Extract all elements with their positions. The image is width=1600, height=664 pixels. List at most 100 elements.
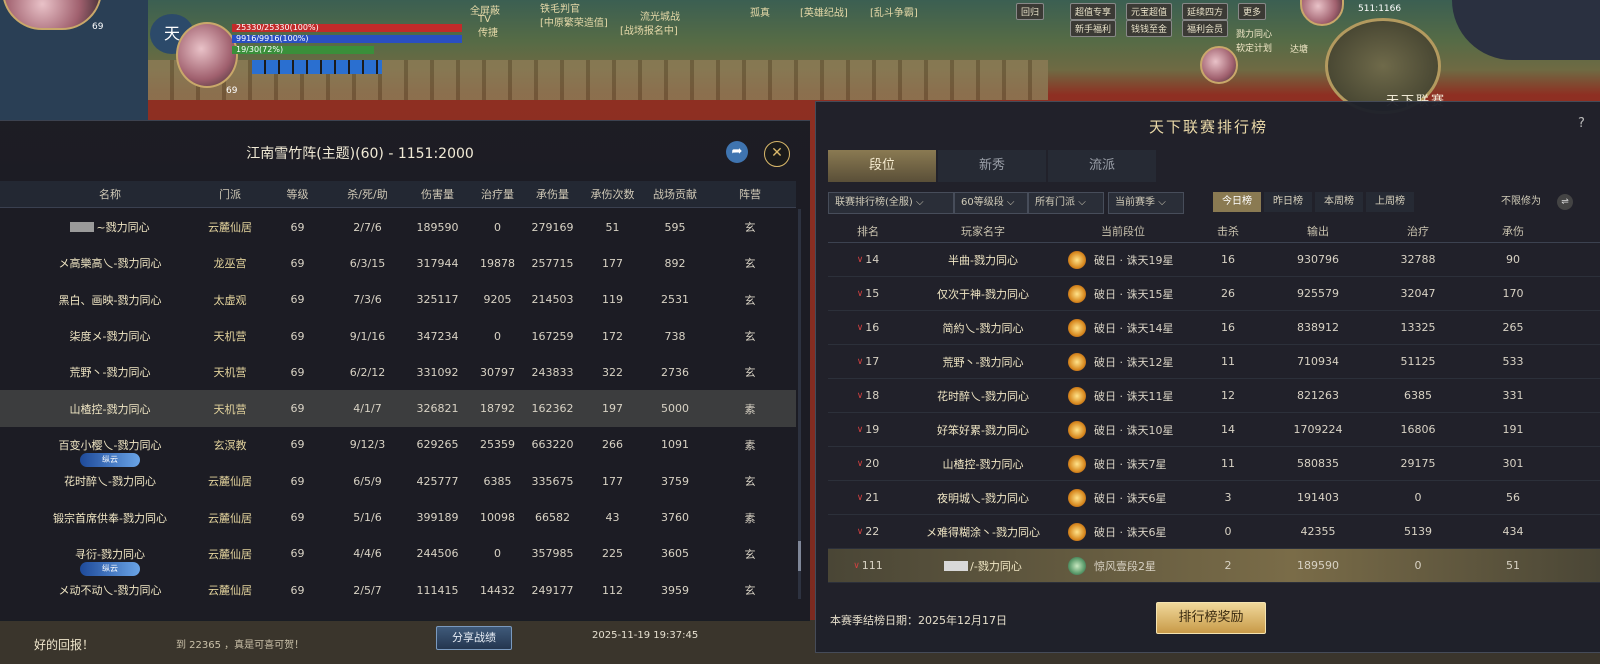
ranking-row[interactable]: ∨ 18 花时醉乀-戮力同心 破日 · 诛天11星 12 821263 6385 331 <box>828 379 1600 413</box>
cell-text: 3759 <box>661 474 689 488</box>
cell-text: 锻宗首席供奉-戮力同心 <box>53 511 167 525</box>
cell-player-name: 半曲-戮力同心 <box>918 243 1048 276</box>
cell-contrib: 3760 <box>640 499 710 535</box>
rank-down-icon: ∨ <box>856 458 864 469</box>
table-row[interactable]: ~戮力同心 云麓仙居 69 2/7/6 189590 0 279169 51 595 玄 <box>0 209 796 245</box>
cell-tier: 破日 · 诛天6星 <box>1068 515 1198 548</box>
player-name-text: 花时醉乀-戮力同心 <box>937 389 1029 403</box>
cell-kda: 2/5/7 <box>330 572 405 608</box>
tab-rookie[interactable]: 新秀 <box>938 150 1046 182</box>
ranking-row[interactable]: ∨ 19 好笨好累-戮力同心 破日 · 诛天10星 14 1709224 16806 191 <box>828 413 1600 447</box>
top-tag[interactable]: 铁毛判官 <box>540 0 580 15</box>
top-tag[interactable]: 传捷 <box>478 24 498 39</box>
hud-button-more[interactable]: 更多 <box>1238 3 1267 20</box>
cell-text: 69 <box>290 547 305 561</box>
top-tag[interactable]: 流光城战 <box>640 8 680 23</box>
quest-line[interactable]: 戮力同心 <box>1236 28 1272 42</box>
cell-text: 玄 <box>744 547 756 561</box>
cell-text: 3605 <box>661 547 689 561</box>
cell-text: 云麓仙居 <box>208 475 252 489</box>
ranking-row[interactable]: ∨ 17 荒野丶-戮力同心 破日 · 诛天12星 11 710934 51125 533 <box>828 345 1600 379</box>
cell-damage: 317944 <box>405 245 470 281</box>
col-header-sect: 门派 <box>219 188 241 201</box>
cell-kda: 9/12/3 <box>330 427 405 463</box>
hud-button[interactable]: 福利会员 <box>1182 20 1229 37</box>
period-last-week[interactable]: 上周榜 <box>1366 192 1414 212</box>
table-row[interactable]: 百变小樱乀-戮力同心 玄溟教 69 9/12/3 629265 25359 663220 26… <box>0 427 796 467</box>
hud-button[interactable]: 钱钱至金 <box>1126 20 1173 37</box>
table-row[interactable]: メ动不动乀-戮力同心 云麓仙居 69 2/5/7 111415 14432 249177 11… <box>0 572 796 608</box>
scrollbar-thumb[interactable] <box>798 541 801 571</box>
hud-button[interactable]: 超值专享 <box>1070 3 1117 20</box>
cell-text: 249177 <box>531 583 574 597</box>
share-record-button[interactable]: 分享战绩 <box>436 626 512 650</box>
cell-level: 69 <box>270 354 325 390</box>
battle-report-header: 名称 门派 等级 杀/死/助 伤害量 治疗量 承伤量 承伤次数 战场贡献 阵营 <box>0 181 796 208</box>
filter-level-select[interactable]: 60等级段 ⌵ <box>954 192 1028 214</box>
table-row[interactable]: 黑白、画映-戮力同心 太虚观 69 7/3/6 325117 9205 214503 119 2… <box>0 282 796 318</box>
top-tag[interactable]: [中原繁荣造值] <box>540 14 608 29</box>
cell-text: 18792 <box>480 402 515 416</box>
ranking-row[interactable]: ∨ 22 メ难得糊涂丶-戮力同心 破日 · 诛天6星 0 42355 5139 434 <box>828 515 1600 549</box>
player-avatar[interactable] <box>176 22 238 88</box>
quest-line[interactable]: 软定计划 <box>1236 42 1272 56</box>
quest-tracker[interactable]: 戮力同心 软定计划 <box>1236 28 1272 56</box>
companion-avatar[interactable] <box>1200 46 1238 84</box>
cell-contrib: 1091 <box>640 427 710 463</box>
ranking-row[interactable]: ∨ 14 半曲-戮力同心 破日 · 诛天19星 16 930796 32788 90 <box>828 243 1600 277</box>
cell-name: メ高樂高乀-戮力同心 <box>40 245 180 281</box>
ranking-row[interactable]: ∨ 20 山楂控-戮力同心 破日 · 诛天7星 11 580835 29175 301 <box>828 447 1600 481</box>
cell-text: 9/1/16 <box>349 329 386 343</box>
quest-extra[interactable]: 达塘 <box>1290 42 1308 55</box>
cell-text: 5000 <box>661 402 689 416</box>
hud-button[interactable]: 新手福利 <box>1070 20 1117 37</box>
table-row[interactable]: 荒野丶-戮力同心 天机营 69 6/2/12 331092 30797 243833 322 2… <box>0 354 796 390</box>
cell-hits: 172 <box>580 318 645 354</box>
table-row[interactable]: 柒度メ-戮力同心 天机营 69 9/1/16 347234 0 167259 172 738 玄 <box>0 318 796 354</box>
tab-tier[interactable]: 段位 <box>828 150 936 182</box>
cell-taken: 90 <box>1506 253 1520 266</box>
cell-text: 66582 <box>535 511 570 525</box>
table-row[interactable]: 山楂控-戮力同心 天机营 69 4/1/7 326821 18792 162362 197 50… <box>0 390 796 427</box>
cell-name: 黑白、画映-戮力同心 <box>40 282 180 318</box>
cell-heal: 5139 <box>1404 525 1432 538</box>
ranking-reward-button[interactable]: 排行榜奖励 <box>1156 602 1266 634</box>
tab-school[interactable]: 流派 <box>1048 150 1156 182</box>
cell-player-name: 荒野丶-戮力同心 <box>918 345 1048 378</box>
hud-button-return[interactable]: 回归 <box>1016 3 1045 20</box>
help-icon[interactable]: ? <box>1578 116 1585 131</box>
top-tag[interactable]: [乱斗争霸] <box>870 4 918 19</box>
table-row[interactable]: 花时醉乀-戮力同心 云麓仙居 69 6/5/9 425777 6385 335675 177 3… <box>0 463 796 499</box>
cell-text: 347234 <box>416 329 459 343</box>
period-yesterday[interactable]: 昨日榜 <box>1264 192 1312 212</box>
rank-down-icon: ∨ <box>856 424 864 435</box>
period-today[interactable]: 今日榜 <box>1213 192 1261 212</box>
cell-heal: 0 <box>1414 559 1422 572</box>
close-icon[interactable]: ✕ <box>764 141 790 167</box>
table-row[interactable]: 寻衍-戮力同心 云麓仙居 69 4/4/6 244506 0 357985 225 3605 玄纵… <box>0 536 796 576</box>
cell-rank: ∨ 20 <box>838 447 898 480</box>
filter-season-select[interactable]: 当前赛季 ⌵ <box>1108 192 1184 214</box>
table-row[interactable]: 锻宗首席供奉-戮力同心 云麓仙居 69 5/1/6 399189 10098 66582 43… <box>0 499 796 535</box>
col-header-hits: 承伤次数 <box>590 188 635 201</box>
tier-emblem-icon <box>1068 318 1086 337</box>
filter-sect-select[interactable]: 所有门派 ⌵ <box>1028 192 1104 214</box>
top-tag[interactable]: 孤真 <box>750 4 770 19</box>
cell-name: 花时醉乀-戮力同心 <box>40 463 180 499</box>
top-tag[interactable]: [英雄纪战] <box>800 4 848 19</box>
table-row[interactable]: メ高樂高乀-戮力同心 龙巫宫 69 6/3/15 317944 19878 257715 17… <box>0 245 796 281</box>
ranking-row[interactable]: ∨ 21 夜明城乀-戮力同心 破日 · 诛天6星 3 191403 0 56 <box>828 481 1600 515</box>
my-rank-row[interactable]: ∨ 111 /-戮力同心 惊风壹段2星 2 189590 0 51 <box>828 549 1600 583</box>
cell-text: 214503 <box>531 293 574 307</box>
player-name-text: メ难得糊涂丶-戮力同心 <box>926 525 1040 539</box>
hud-button[interactable]: 延续四方 <box>1182 3 1229 20</box>
share-icon[interactable]: ➦ <box>726 141 748 163</box>
ranking-row[interactable]: ∨ 15 仅次于神-戮力同心 破日 · 诛天15星 26 925579 32047 170 <box>828 277 1600 311</box>
hud-button[interactable]: 元宝超值 <box>1126 3 1173 20</box>
period-this-week[interactable]: 本周榜 <box>1315 192 1363 212</box>
ranking-row[interactable]: ∨ 16 简約乀-戮力同心 破日 · 诛天14星 16 838912 13325 265 <box>828 311 1600 345</box>
swap-icon[interactable]: ⇌ <box>1557 194 1573 210</box>
chevron-down-icon: ⌵ <box>916 197 924 208</box>
top-tag[interactable]: [战场报名中] <box>620 22 678 37</box>
filter-server-select[interactable]: 联赛排行榜(全服) ⌵ <box>828 192 954 214</box>
